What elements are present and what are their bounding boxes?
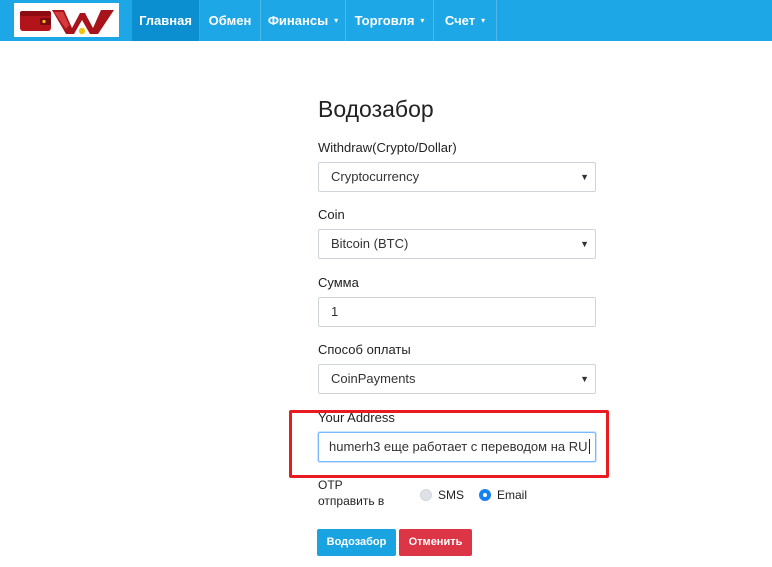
text-cursor — [588, 439, 590, 454]
otp-label: OTP отправить в — [318, 477, 384, 509]
coin-value: Bitcoin (BTC) — [331, 236, 409, 251]
nav-finance-label: Финансы — [267, 13, 329, 28]
select-arrow-icon: ▼ — [580, 172, 589, 182]
withdraw-type-select[interactable]: Cryptocurrency ▼ — [318, 162, 596, 192]
nav-home-label: Главная — [139, 13, 192, 28]
amount-input[interactable]: 1 — [318, 297, 596, 327]
amount-label: Сумма — [318, 275, 359, 290]
nav-account-label: Счет — [444, 13, 476, 28]
nav-trading-label: Торговля — [354, 13, 415, 28]
email-radio-label: Email — [497, 488, 528, 502]
payment-method-label: Способ оплаты — [318, 342, 411, 357]
amount-value: 1 — [331, 304, 339, 319]
payment-method-value: CoinPayments — [331, 371, 416, 386]
wallet-logo-icon — [20, 10, 114, 35]
payment-method-select[interactable]: CoinPayments ▼ — [318, 364, 596, 394]
sms-radio[interactable] — [420, 489, 432, 501]
nav-account[interactable]: Счет ▾ — [434, 0, 497, 41]
nav-exchange-label: Обмен — [208, 13, 252, 28]
chevron-down-icon: ▾ — [334, 16, 339, 25]
chevron-down-icon: ▾ — [420, 16, 425, 25]
coin-select[interactable]: Bitcoin (BTC) ▼ — [318, 229, 596, 259]
select-arrow-icon: ▼ — [580, 239, 589, 249]
address-label: Your Address — [318, 410, 395, 425]
brand-logo[interactable] — [14, 3, 119, 37]
select-arrow-icon: ▼ — [580, 374, 589, 384]
cancel-button[interactable]: Отменить — [399, 529, 472, 556]
nav-home[interactable]: Главная — [132, 0, 200, 41]
sms-radio-label: SMS — [438, 488, 465, 502]
address-value: humerh3 еще работает с переводом на RU — [329, 439, 588, 454]
otp-label-line2: отправить в — [318, 494, 385, 508]
page-title: Водозабор — [318, 96, 434, 122]
chevron-down-icon: ▾ — [481, 16, 486, 25]
top-navbar: Главная Обмен Финансы ▾ Торговля ▾ Счет ▾ — [0, 0, 772, 41]
nav-trading[interactable]: Торговля ▾ — [346, 0, 434, 41]
address-input[interactable]: humerh3 еще работает с переводом на RU — [318, 432, 596, 462]
withdraw-type-value: Cryptocurrency — [331, 169, 420, 184]
nav-exchange[interactable]: Обмен — [200, 0, 261, 41]
nav-finance[interactable]: Финансы ▾ — [261, 0, 346, 41]
withdraw-type-label: Withdraw(Crypto/Dollar) — [318, 140, 457, 155]
otp-label-line1: OTP — [318, 478, 343, 492]
coin-label: Coin — [318, 207, 345, 222]
withdraw-button[interactable]: Водозабор — [317, 529, 396, 556]
email-radio[interactable] — [479, 489, 491, 501]
